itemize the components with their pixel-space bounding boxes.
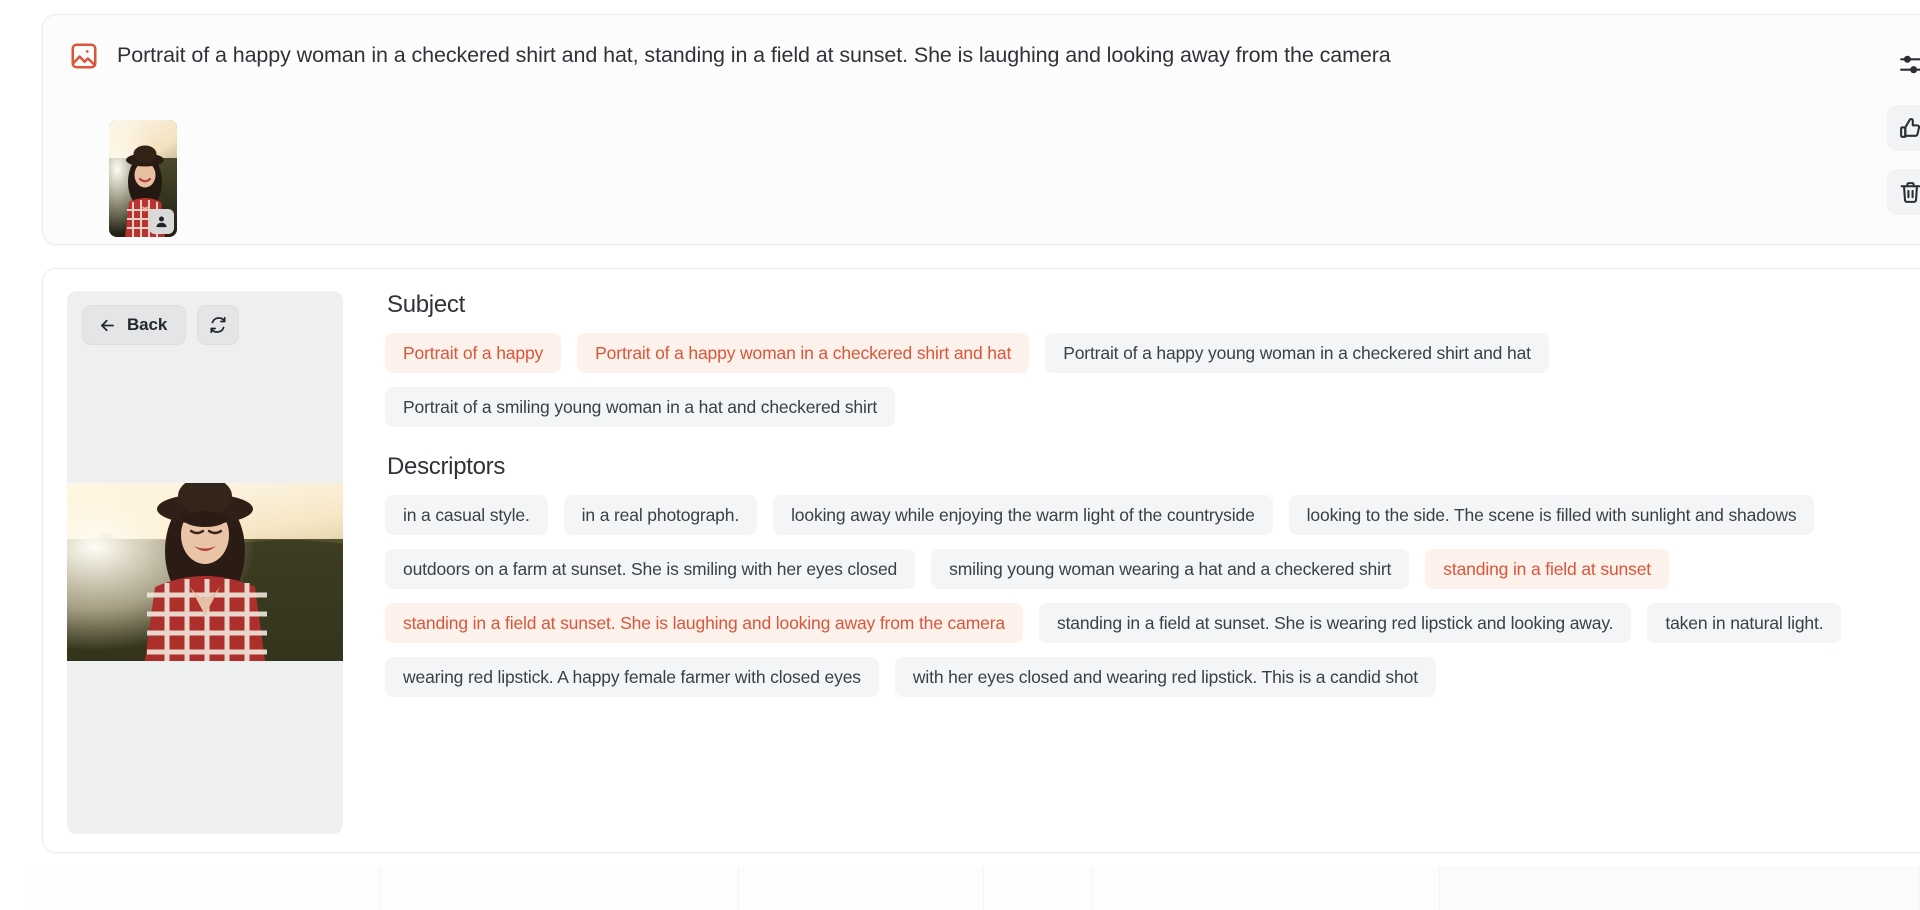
tag[interactable]: taken in natural light. — [1647, 603, 1842, 643]
section-title-subject: Subject — [387, 291, 465, 318]
tag[interactable]: standing in a field at sunset. She is we… — [1039, 603, 1632, 643]
background-grid — [26, 866, 1920, 910]
tag[interactable]: in a real photograph. — [563, 495, 758, 535]
refresh-button[interactable] — [197, 305, 240, 345]
grid-cell — [1440, 866, 1920, 910]
preview-panel: Back — [67, 291, 343, 834]
prompt-header-row: Portrait of a happy woman in a checkered… — [43, 15, 1920, 71]
grid-cell — [984, 866, 1092, 910]
tag[interactable]: smiling young woman wearing a hat and a … — [931, 549, 1410, 589]
preview-toolbar: Back — [82, 305, 240, 345]
grid-cell — [739, 866, 984, 910]
back-button-label: Back — [127, 315, 168, 334]
image-icon — [69, 41, 99, 71]
like-button[interactable] — [1887, 105, 1920, 151]
grid-cell — [1092, 866, 1440, 910]
arrow-left-icon — [98, 316, 117, 335]
delete-button[interactable] — [1887, 169, 1920, 215]
subject-tag-list: Portrait of a happy Portrait of a happy … — [385, 333, 1903, 427]
descriptors-tag-list: in a casual style. in a real photograph.… — [385, 495, 1903, 697]
grid-cell — [26, 866, 381, 910]
grid-cell — [381, 866, 739, 910]
tags-panel: Subject Portrait of a happy Portrait of … — [343, 291, 1920, 852]
tag[interactable]: Portrait of a happy — [385, 333, 562, 373]
user-icon — [149, 209, 174, 234]
tag[interactable]: wearing red lipstick. A happy female far… — [385, 657, 879, 697]
section-descriptors: Descriptors in a casual style. in a real… — [385, 453, 1903, 697]
trash-icon — [1898, 180, 1920, 205]
tag[interactable]: Portrait of a happy woman in a checkered… — [577, 333, 1030, 373]
preview-artwork — [67, 483, 343, 661]
refresh-icon — [208, 315, 228, 335]
tag[interactable]: looking away while enjoying the warm lig… — [773, 495, 1273, 535]
section-subject: Subject Portrait of a happy Portrait of … — [385, 291, 1903, 427]
tag[interactable]: in a casual style. — [385, 495, 548, 535]
action-rail — [1881, 41, 1920, 215]
tag[interactable]: outdoors on a farm at sunset. She is smi… — [385, 549, 916, 589]
prompt-thumbnail[interactable] — [109, 120, 177, 237]
adjust-settings-button[interactable] — [1887, 41, 1920, 87]
thumbs-up-icon — [1898, 116, 1920, 141]
tag[interactable]: Portrait of a smiling young woman in a h… — [385, 387, 896, 427]
prompt-text: Portrait of a happy woman in a checkered… — [117, 43, 1391, 67]
tag[interactable]: with her eyes closed and wearing red lip… — [894, 657, 1436, 697]
tag[interactable]: looking to the side. The scene is filled… — [1288, 495, 1815, 535]
section-title-descriptors: Descriptors — [387, 453, 506, 480]
detail-card: Back Subject Portrait of a happy Portrai… — [42, 268, 1920, 853]
back-button[interactable]: Back — [82, 305, 187, 345]
thumbnail-image[interactable] — [109, 120, 177, 237]
tag[interactable]: Portrait of a happy young woman in a che… — [1045, 333, 1549, 373]
sliders-icon — [1898, 52, 1920, 77]
prompt-card: Portrait of a happy woman in a checkered… — [42, 14, 1920, 245]
preview-image[interactable] — [67, 483, 343, 661]
tag[interactable]: standing in a field at sunset — [1425, 549, 1670, 589]
tag[interactable]: standing in a field at sunset. She is la… — [385, 603, 1023, 643]
app-root: Portrait of a happy woman in a checkered… — [0, 0, 1920, 910]
